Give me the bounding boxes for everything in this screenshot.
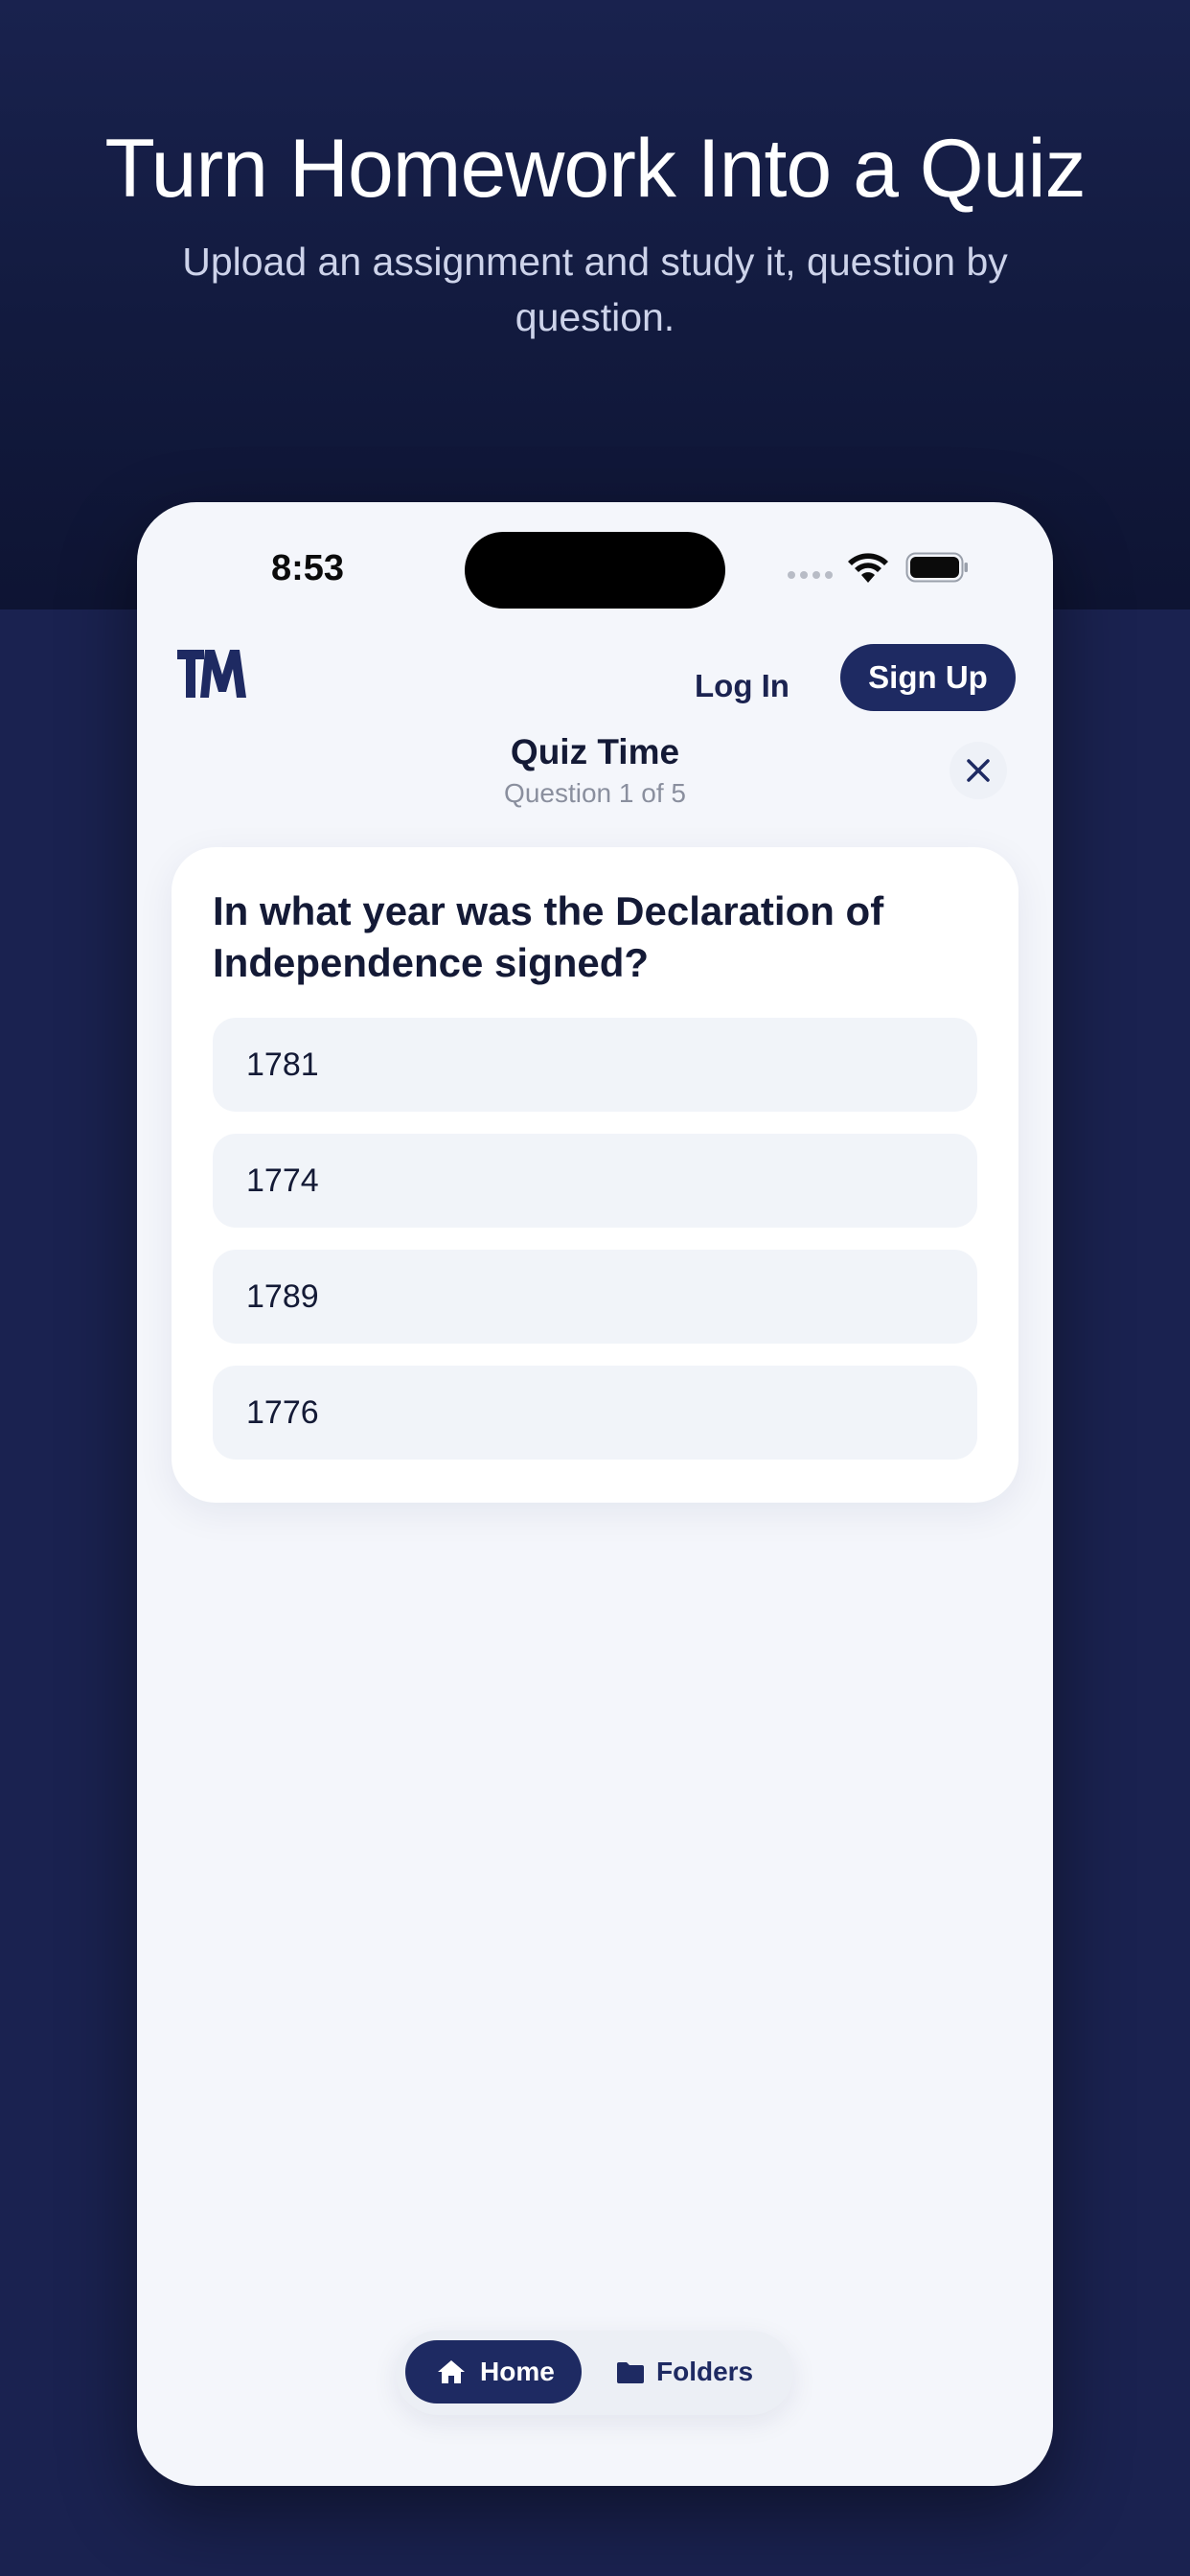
question-card: In what year was the Declaration of Inde… xyxy=(172,847,1018,1503)
dynamic-island xyxy=(465,532,725,609)
answer-option[interactable]: 1781 xyxy=(213,1018,977,1112)
nav-folders-tab[interactable]: Folders xyxy=(606,2340,769,2404)
question-progress: Question 1 of 5 xyxy=(504,778,686,808)
status-time: 8:53 xyxy=(271,548,345,588)
nav-folders-label: Folders xyxy=(656,2357,754,2386)
hero-subtitle: Upload an assignment and study it, quest… xyxy=(182,240,1008,339)
bottom-nav: Home Folders xyxy=(396,2331,793,2415)
quiz-title: Quiz Time xyxy=(510,732,680,771)
question-text: In what year was the Declaration of Inde… xyxy=(213,888,884,985)
signup-button[interactable]: Sign Up xyxy=(840,644,1016,711)
home-icon xyxy=(438,2360,465,2383)
battery-icon xyxy=(905,552,968,583)
tm-logo-icon xyxy=(177,650,246,698)
hero-title: Turn Homework Into a Quiz xyxy=(104,123,1086,215)
answer-option[interactable]: 1776 xyxy=(213,1366,977,1460)
close-icon xyxy=(967,759,990,782)
answer-option[interactable]: 1774 xyxy=(213,1134,977,1228)
close-button[interactable] xyxy=(950,742,1007,799)
nav-home-label: Home xyxy=(480,2357,555,2386)
nav-home-tab[interactable]: Home xyxy=(405,2340,582,2404)
phone-screen: 8:53 Log In Sign Up Quiz Time Question 1… xyxy=(137,502,1053,2486)
wifi-icon xyxy=(848,553,888,583)
answer-option[interactable]: 1789 xyxy=(213,1250,977,1344)
cellular-dots-icon xyxy=(788,571,833,579)
login-button[interactable]: Log In xyxy=(695,656,790,717)
folder-icon xyxy=(617,2362,644,2383)
